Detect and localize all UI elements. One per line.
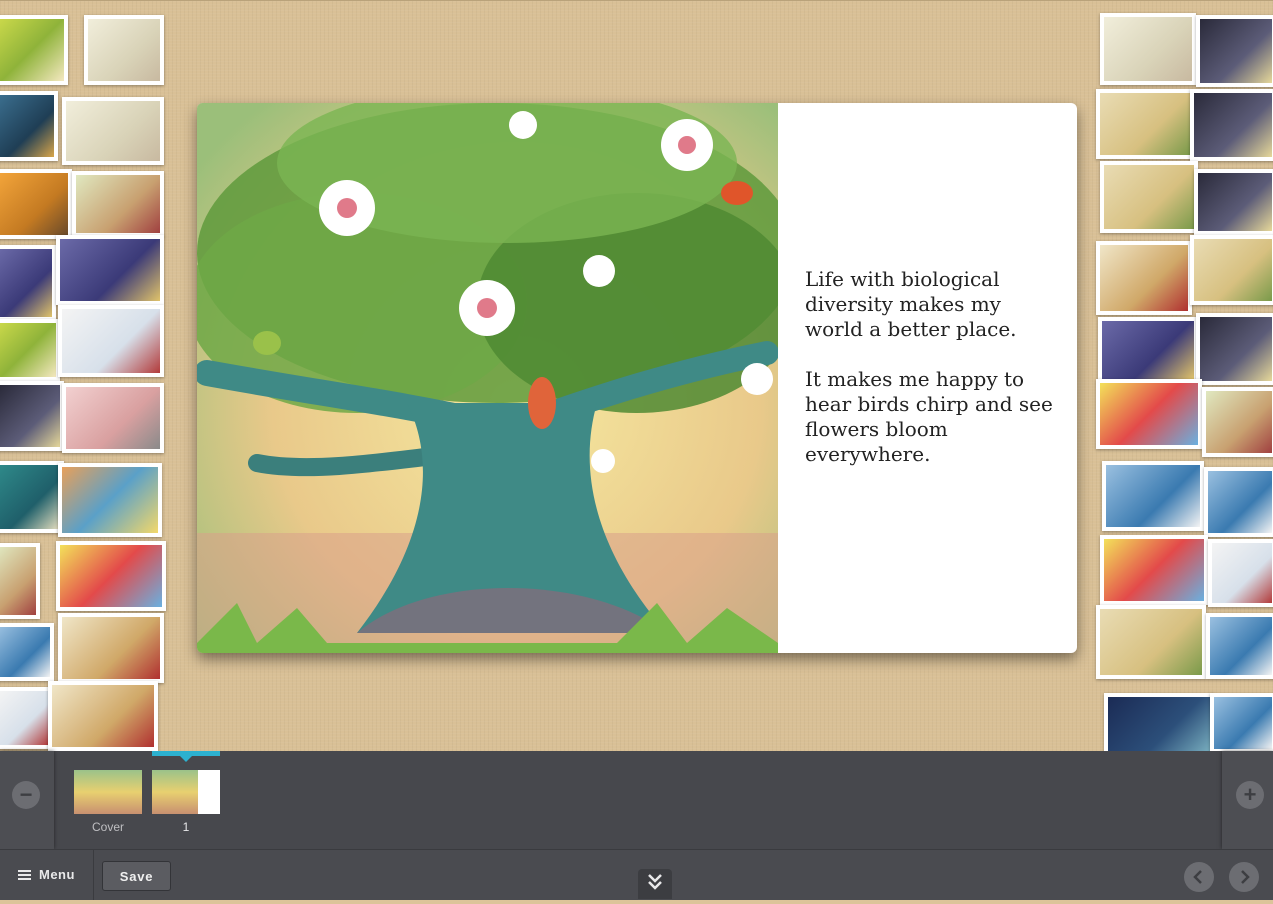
illustration-thumbnail[interactable] — [1190, 235, 1273, 305]
save-button[interactable]: Save — [102, 861, 171, 891]
illustration-thumbnail[interactable] — [1196, 15, 1273, 87]
page-thumbnail-label: Cover — [91, 820, 124, 834]
page-thumbnail-label: 1 — [182, 820, 190, 834]
illustration-thumbnail[interactable] — [1096, 89, 1194, 159]
illustration-thumbnail[interactable] — [0, 381, 64, 451]
illustration-thumbnail[interactable] — [1196, 313, 1273, 385]
illustration-thumbnail[interactable] — [0, 687, 52, 749]
illustration-thumbnail[interactable] — [0, 543, 40, 619]
illustration-thumbnail[interactable] — [58, 305, 164, 377]
illustration-thumbnail[interactable] — [1206, 613, 1273, 679]
page-thumbnail-1[interactable] — [152, 770, 220, 814]
illustration-thumbnail[interactable] — [58, 463, 162, 537]
menu-label: Menu — [39, 867, 75, 882]
page-illustration — [197, 103, 797, 653]
illustration-thumbnail[interactable] — [1098, 317, 1198, 383]
illustration-thumbnail[interactable] — [1096, 605, 1206, 679]
illustration-thumbnail[interactable] — [56, 235, 164, 305]
story-text[interactable]: Life with biological diversity makes my … — [805, 267, 1055, 492]
illustration-thumbnail[interactable] — [1100, 161, 1198, 233]
illustration-thumbnail[interactable] — [0, 319, 60, 381]
collapse-filmstrip-button[interactable] — [638, 869, 672, 899]
zoom-out-button[interactable]: − — [12, 781, 40, 809]
filmstrip-zoom-in-panel: + — [1222, 751, 1273, 849]
chevron-left-icon — [1193, 870, 1202, 884]
double-chevron-down-icon — [648, 874, 662, 890]
page-filmstrip: − Cover 1 + — [0, 751, 1273, 849]
next-page-button[interactable] — [1229, 862, 1259, 892]
illustration-thumbnail[interactable] — [0, 91, 58, 161]
active-page-indicator — [152, 751, 220, 762]
illustration-thumbnail[interactable] — [62, 383, 164, 453]
illustration-thumbnail[interactable] — [72, 171, 164, 237]
minus-icon: − — [19, 782, 33, 807]
filmstrip-zoom-out-panel: − — [0, 751, 54, 849]
illustration-thumbnail[interactable] — [0, 461, 64, 533]
illustration-thumbnail[interactable] — [0, 245, 56, 321]
illustration-thumbnail[interactable] — [84, 15, 164, 85]
illustration-thumbnail[interactable] — [1194, 169, 1273, 235]
illustration-thumbnail[interactable] — [1190, 89, 1273, 161]
book-canvas: Life with biological diversity makes my … — [0, 0, 1273, 752]
book-page-spread[interactable]: Life with biological diversity makes my … — [197, 103, 1077, 653]
illustration-thumbnail[interactable] — [1096, 379, 1202, 449]
illustration-thumbnail[interactable] — [58, 613, 164, 683]
illustration-thumbnail[interactable] — [1208, 539, 1273, 607]
story-paragraph: It makes me happy to hear birds chirp an… — [805, 367, 1053, 466]
previous-page-button[interactable] — [1184, 862, 1214, 892]
illustration-thumbnail[interactable] — [1100, 13, 1196, 85]
illustration-thumbnail[interactable] — [0, 15, 68, 85]
illustration-thumbnail[interactable] — [1210, 693, 1273, 752]
illustration-thumbnail[interactable] — [56, 541, 166, 611]
illustration-thumbnail[interactable] — [1100, 535, 1208, 605]
story-paragraph: Life with biological diversity makes my … — [805, 267, 1017, 341]
illustration-thumbnail[interactable] — [0, 623, 54, 681]
chevron-right-icon — [1241, 870, 1250, 884]
menu-button[interactable]: Menu — [0, 850, 94, 900]
hamburger-icon — [18, 870, 31, 880]
plus-icon: + — [1243, 782, 1257, 807]
illustration-thumbnail[interactable] — [0, 169, 72, 239]
page-thumbnail-cover[interactable] — [74, 770, 142, 814]
illustration-thumbnail[interactable] — [1104, 693, 1214, 752]
illustration-thumbnail[interactable] — [1202, 387, 1273, 457]
illustration-thumbnail[interactable] — [1204, 467, 1273, 537]
tree-illustration — [197, 103, 797, 653]
bottom-toolbar: Menu Save — [0, 849, 1273, 900]
illustration-thumbnail[interactable] — [48, 681, 158, 751]
illustration-thumbnail[interactable] — [1096, 241, 1192, 315]
illustration-thumbnail[interactable] — [62, 97, 164, 165]
illustration-thumbnail[interactable] — [1102, 461, 1204, 531]
zoom-in-button[interactable]: + — [1236, 781, 1264, 809]
